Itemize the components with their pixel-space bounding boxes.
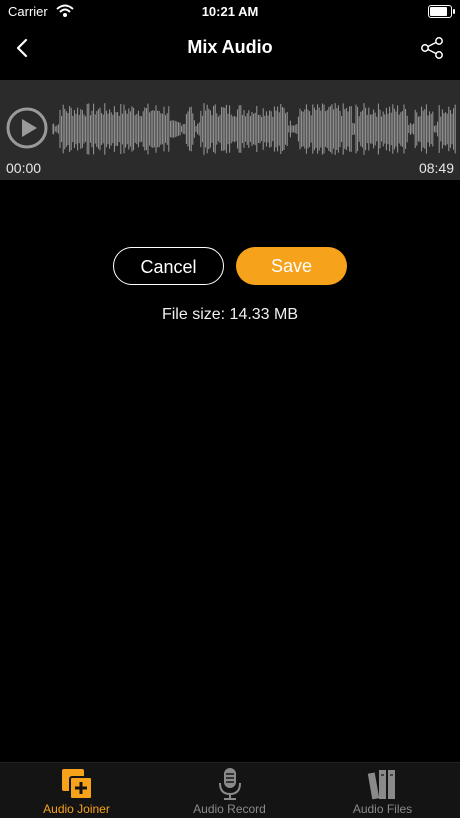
start-time: 00:00 [6,160,42,176]
audio-files-icon [367,770,395,800]
play-icon[interactable] [6,107,48,149]
tab-audio-record[interactable]: Audio Record [153,763,306,818]
tab-audio-joiner[interactable]: Audio Joiner [0,763,153,818]
tab-bar: Audio Joiner Audio Record Audio Files [0,762,460,818]
battery-icon [428,5,455,18]
tab-label: Audio Files [352,802,413,816]
waveform-panel: 00:00 08:49 [0,80,460,180]
save-button[interactable]: Save [236,247,347,285]
tab-audio-files[interactable]: Audio Files [306,763,459,818]
status-bar: Carrier 10:21 AM [0,0,460,26]
share-icon[interactable] [418,34,446,62]
navigation-bar: Mix Audio [0,26,460,78]
cancel-button[interactable]: Cancel [113,247,224,285]
end-time: 08:49 [418,160,454,176]
microphone-icon [218,768,241,800]
audio-joiner-icon [61,769,93,800]
tab-label: Audio Joiner [43,802,110,816]
file-size-label: File size: 14.33 MB [161,306,299,323]
battery-fill [430,7,447,16]
audio-waveform[interactable] [52,102,456,156]
status-time: 10:21 AM [201,4,259,19]
page-title: Mix Audio [187,37,273,57]
tab-label: Audio Record [193,802,266,816]
